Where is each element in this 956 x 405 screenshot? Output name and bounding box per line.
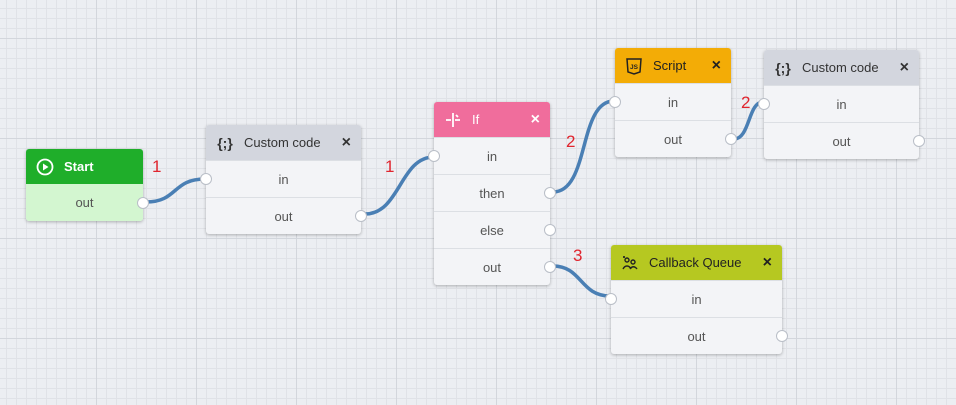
branch-icon (444, 111, 462, 129)
callback-queue-node-header[interactable]: Callback Queue × (611, 245, 782, 280)
port-label: out (663, 131, 683, 147)
if-node-header[interactable]: If × (434, 102, 550, 137)
start-node[interactable]: Start out (26, 149, 149, 221)
edge-label-custom1-if: 1 (385, 157, 395, 176)
flow-canvas[interactable]: Start out {;} Custom code × in out If × … (0, 0, 956, 405)
port-label: in (486, 148, 498, 164)
edge-label-if-script: 2 (566, 132, 576, 151)
script-node[interactable]: JS Script × in out (609, 48, 737, 157)
output-connector[interactable] (725, 133, 737, 145)
code-braces-icon: {;} (775, 59, 791, 76)
code-braces-icon: {;} (217, 134, 233, 151)
custom-code-node-1-header[interactable]: {;} Custom code × (206, 125, 361, 160)
input-connector[interactable] (609, 96, 621, 108)
custom-code-node-1-title: Custom code (244, 135, 321, 150)
port-label: out (832, 133, 851, 149)
port-label: in (667, 94, 679, 110)
if-node[interactable]: If × in then else out (428, 102, 556, 285)
output-connector[interactable] (544, 187, 556, 199)
port-label: out (687, 328, 706, 344)
output-connector[interactable] (544, 224, 556, 236)
output-connector[interactable] (137, 196, 149, 209)
start-node-title: Start (64, 159, 94, 174)
port-label: out (75, 195, 94, 210)
wire-if-out-to-queue (551, 264, 612, 298)
port-label: else (480, 222, 504, 238)
script-port-in[interactable]: in (609, 83, 731, 120)
if-port-out[interactable]: out (434, 248, 556, 285)
custom-code-node-1[interactable]: {;} Custom code × in out (200, 125, 367, 234)
play-circle-icon (36, 158, 54, 176)
port-label: in (278, 171, 289, 187)
input-connector[interactable] (428, 150, 440, 162)
output-connector[interactable] (355, 210, 367, 222)
port-label: out (274, 208, 293, 224)
custom-code-2-port-out[interactable]: out (764, 122, 925, 159)
close-icon[interactable]: × (531, 111, 540, 129)
input-connector[interactable] (605, 293, 617, 305)
port-label: then (479, 185, 505, 201)
callback-queue-port-in[interactable]: in (605, 280, 782, 317)
edge-label-if-queue: 3 (573, 246, 583, 265)
close-icon[interactable]: × (900, 59, 909, 77)
wire-start-to-custom1 (144, 177, 207, 204)
if-port-then[interactable]: then (434, 174, 556, 211)
wire-custom1-to-if (363, 155, 436, 216)
script-node-title: Script (653, 58, 687, 73)
custom-code-1-port-out[interactable]: out (206, 197, 367, 234)
if-port-else[interactable]: else (434, 211, 556, 248)
close-icon[interactable]: × (342, 134, 351, 152)
close-icon[interactable]: × (712, 57, 721, 75)
start-node-header[interactable]: Start (26, 149, 143, 184)
port-label: out (482, 259, 502, 275)
close-icon[interactable]: × (763, 254, 772, 272)
callback-queue-node[interactable]: Callback Queue × in out (605, 245, 788, 354)
callback-queue-port-out[interactable]: out (611, 317, 788, 354)
edge-label-start-custom1: 1 (152, 157, 162, 176)
input-connector[interactable] (758, 98, 770, 110)
start-port-out[interactable]: out (26, 184, 149, 221)
port-label: in (691, 291, 702, 307)
custom-code-2-port-in[interactable]: in (758, 85, 919, 122)
script-node-header[interactable]: JS Script × (615, 48, 731, 83)
output-connector[interactable] (776, 330, 788, 342)
port-label: in (836, 96, 847, 112)
custom-code-node-2[interactable]: {;} Custom code × in out (758, 50, 925, 159)
edge-label-script-custom2: 2 (741, 93, 751, 112)
callback-queue-node-title: Callback Queue (649, 255, 742, 270)
custom-code-1-port-in[interactable]: in (200, 160, 361, 197)
input-connector[interactable] (200, 173, 212, 185)
javascript-icon: JS (625, 57, 643, 75)
wire-if-then-to-script (551, 99, 616, 194)
output-connector[interactable] (913, 135, 925, 147)
output-connector[interactable] (544, 261, 556, 273)
if-port-in[interactable]: in (428, 137, 550, 174)
if-node-title: If (472, 112, 480, 127)
custom-code-node-2-header[interactable]: {;} Custom code × (764, 50, 919, 85)
queue-icon (621, 254, 639, 272)
script-port-out[interactable]: out (615, 120, 737, 157)
javascript-icon-text: JS (630, 64, 639, 71)
custom-code-node-2-title: Custom code (802, 60, 879, 75)
